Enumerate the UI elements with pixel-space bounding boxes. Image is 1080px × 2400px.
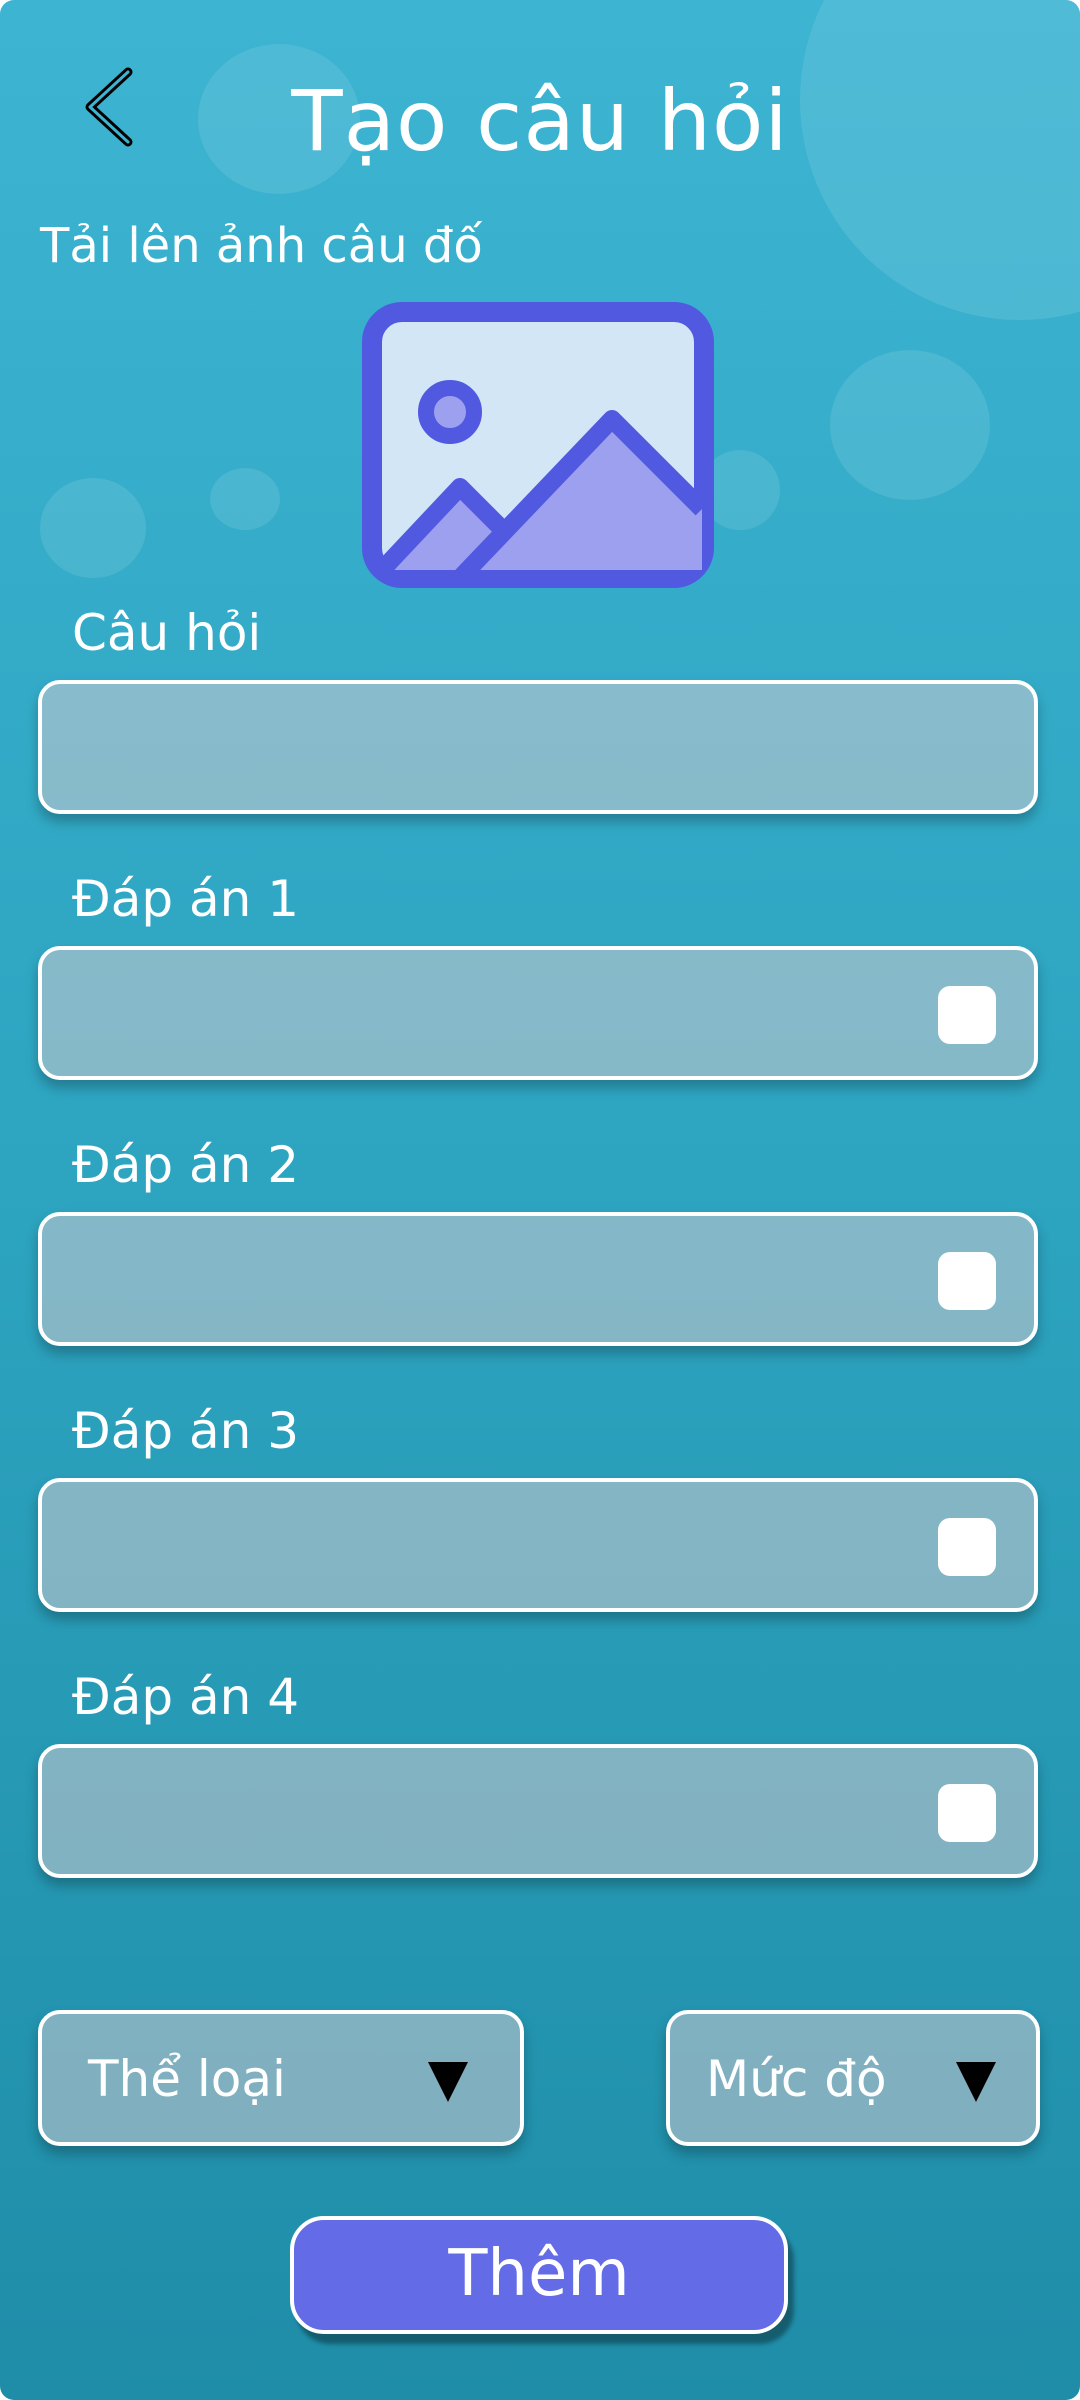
answer-2-label: Đáp án 2 bbox=[72, 1136, 300, 1194]
answer-4-input[interactable] bbox=[38, 1744, 1038, 1878]
caret-down-icon bbox=[956, 2062, 996, 2102]
difficulty-select[interactable]: Mức độ bbox=[666, 2010, 1040, 2146]
upload-image-button[interactable] bbox=[362, 302, 714, 588]
image-icon bbox=[362, 302, 714, 588]
answer-3-input[interactable] bbox=[38, 1478, 1038, 1612]
answer-1-correct-checkbox[interactable] bbox=[938, 986, 996, 1044]
page-title: Tạo câu hỏi bbox=[291, 72, 789, 170]
answer-1-input[interactable] bbox=[38, 946, 1038, 1080]
answer-2-correct-checkbox[interactable] bbox=[938, 1252, 996, 1310]
caret-down-icon bbox=[428, 2062, 468, 2102]
question-label: Câu hỏi bbox=[72, 604, 262, 662]
decor-bubble bbox=[210, 468, 280, 530]
answer-3-correct-checkbox[interactable] bbox=[938, 1518, 996, 1576]
decor-bubble bbox=[830, 350, 990, 500]
category-select[interactable]: Thể loại bbox=[38, 2010, 524, 2146]
category-select-value: Thể loại bbox=[88, 2050, 286, 2108]
answer-2-input[interactable] bbox=[38, 1212, 1038, 1346]
answer-1-label: Đáp án 1 bbox=[72, 870, 300, 928]
question-input[interactable] bbox=[38, 680, 1038, 814]
difficulty-select-value: Mức độ bbox=[706, 2050, 887, 2108]
answer-4-correct-checkbox[interactable] bbox=[938, 1784, 996, 1842]
upload-image-label: Tải lên ảnh câu đố bbox=[40, 218, 483, 274]
decor-bubble bbox=[40, 478, 146, 578]
answer-3-label: Đáp án 3 bbox=[72, 1402, 300, 1460]
create-question-screen: Tạo câu hỏi Tải lên ảnh câu đố Câu hỏi Đ… bbox=[0, 0, 1080, 2400]
answer-4-label: Đáp án 4 bbox=[72, 1668, 300, 1726]
add-button[interactable]: Thêm bbox=[290, 2216, 788, 2334]
